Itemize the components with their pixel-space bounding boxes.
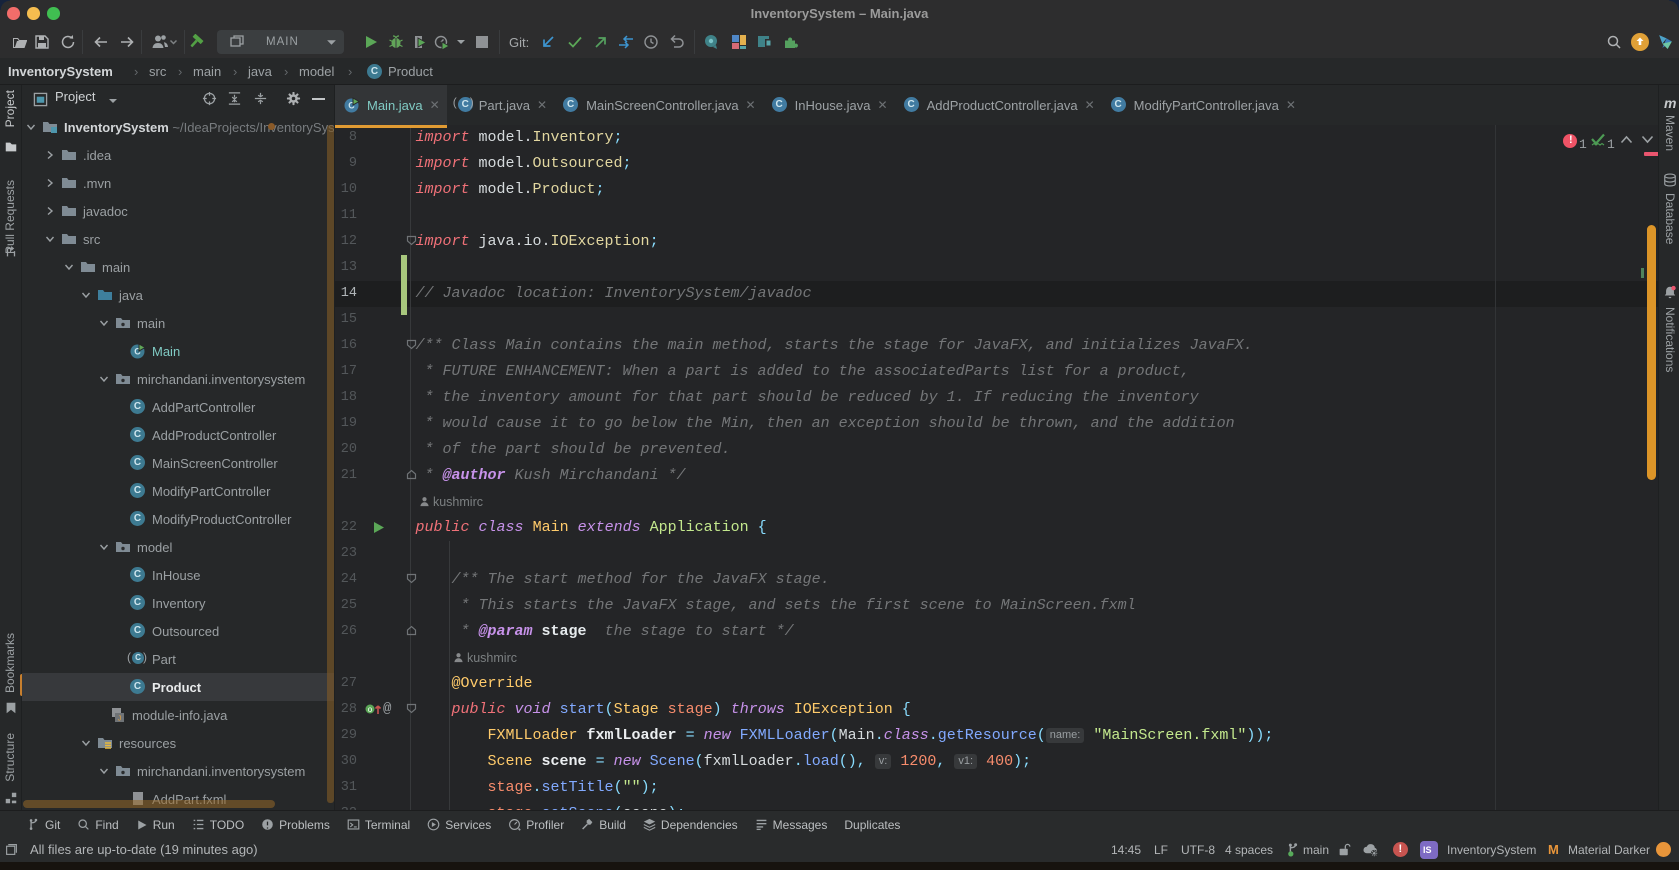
svg-text:o: o (368, 705, 373, 714)
svg-text:J: J (118, 716, 122, 723)
